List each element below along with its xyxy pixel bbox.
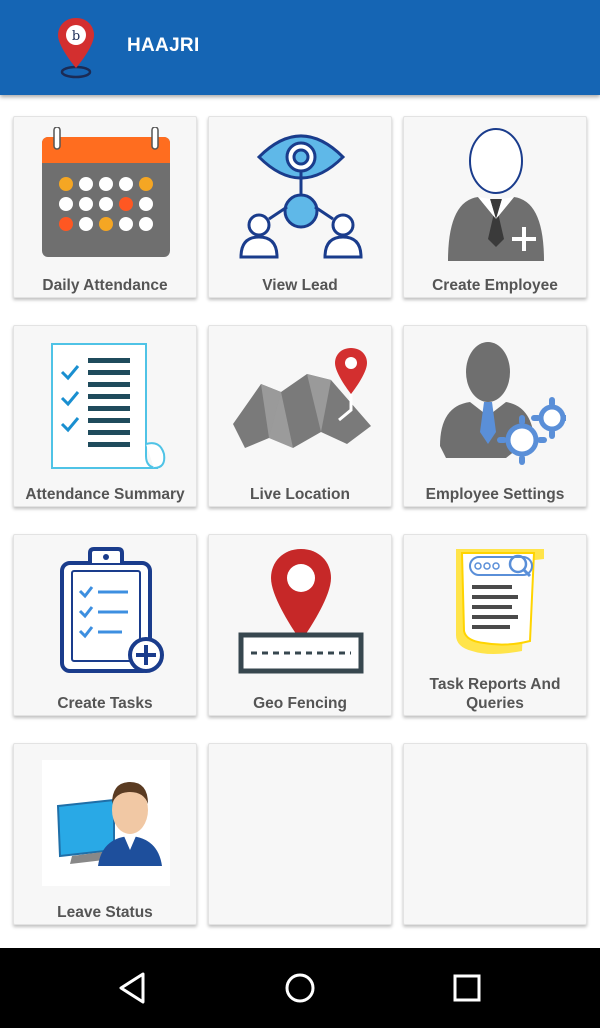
dashboard-grid: Daily Attendance View Lead Create Employ… (13, 116, 587, 925)
recents-icon[interactable] (449, 970, 485, 1006)
checklist-icon (36, 336, 176, 470)
tile-create-tasks[interactable]: Create Tasks (13, 534, 197, 716)
tile-empty (403, 743, 587, 925)
home-icon[interactable] (282, 970, 318, 1006)
tile-label: Attendance Summary (25, 486, 185, 503)
geo-fence-icon (231, 545, 371, 679)
back-icon[interactable] (115, 970, 151, 1006)
app-bar: b HAAJRI (0, 0, 600, 95)
tile-label: Employee Settings (425, 486, 565, 503)
svg-text:b: b (72, 29, 80, 44)
eye-network-icon (231, 127, 371, 261)
location-pin-logo-icon: b (54, 14, 98, 80)
tile-label: Task Reports And Queries (429, 676, 561, 712)
tile-empty (208, 743, 392, 925)
tile-live-location[interactable]: Live Location (208, 325, 392, 507)
tile-view-lead[interactable]: View Lead (208, 116, 392, 298)
tile-label: Daily Attendance (42, 277, 168, 294)
computer-user-icon (42, 760, 170, 886)
tile-label: View Lead (262, 277, 338, 294)
person-gears-icon (426, 336, 566, 470)
calendar-icon (36, 127, 176, 261)
clipboard-plus-icon (36, 545, 176, 679)
tile-create-employee[interactable]: Create Employee (403, 116, 587, 298)
add-person-icon (426, 127, 566, 261)
tile-daily-attendance[interactable]: Daily Attendance (13, 116, 197, 298)
tile-geo-fencing[interactable]: Geo Fencing (208, 534, 392, 716)
system-navigation-bar (0, 948, 600, 1028)
tile-label: Live Location (250, 486, 350, 503)
tile-task-reports-and-queries[interactable]: Task Reports And Queries (403, 534, 587, 716)
tile-leave-status[interactable]: Leave Status (13, 743, 197, 925)
tile-label: Leave Status (57, 904, 153, 921)
tile-label: Create Tasks (57, 695, 153, 712)
app-title: HAAJRI (127, 35, 200, 56)
tile-attendance-summary[interactable]: Attendance Summary (13, 325, 197, 507)
tile-employee-settings[interactable]: Employee Settings (403, 325, 587, 507)
map-pin-icon (231, 336, 371, 470)
tile-label: Geo Fencing (253, 695, 347, 712)
report-search-icon (426, 539, 566, 657)
tile-label: Create Employee (432, 277, 558, 294)
